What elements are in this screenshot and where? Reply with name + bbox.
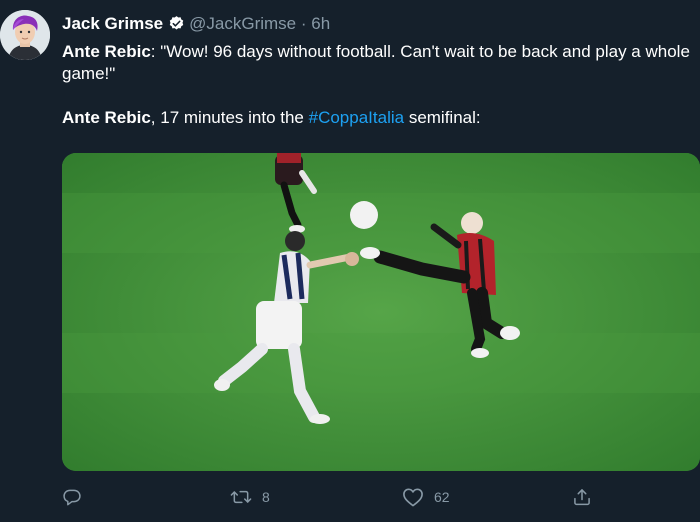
retweet-icon xyxy=(230,487,252,507)
caption-subject: Ante Rebic xyxy=(62,108,151,127)
tweet-text-line-caption: Ante Rebic, 17 minutes into the #CoppaIt… xyxy=(62,107,694,129)
avatar[interactable] xyxy=(0,10,50,60)
like-button[interactable]: 62 xyxy=(402,482,450,512)
tweet-text: Ante Rebic: "Wow! 96 days without footba… xyxy=(62,41,694,129)
avatar-image xyxy=(0,10,50,60)
retweet-button[interactable]: 8 xyxy=(230,482,270,512)
author-name[interactable]: Jack Grimse xyxy=(62,14,163,33)
retweet-count: 8 xyxy=(262,489,270,505)
reply-icon xyxy=(62,487,82,507)
tweet-header: Jack Grimse @JackGrimse · 6h xyxy=(62,13,330,38)
tweet-actions: 8 62 xyxy=(62,482,700,512)
verified-badge-icon xyxy=(168,15,185,38)
like-icon xyxy=(402,487,424,507)
media-image[interactable] xyxy=(62,153,700,471)
quote-speaker: Ante Rebic xyxy=(62,42,151,61)
caption-end: semifinal: xyxy=(404,108,481,127)
caption-text: , 17 minutes into the xyxy=(150,108,309,127)
tweet-text-line-quote: Ante Rebic: "Wow! 96 days without footba… xyxy=(62,41,694,85)
author-handle[interactable]: @JackGrimse xyxy=(189,14,296,33)
share-button[interactable] xyxy=(572,482,592,512)
hashtag-link[interactable]: #CoppaItalia xyxy=(309,108,404,127)
share-icon xyxy=(572,487,592,507)
tweet-timestamp[interactable]: 6h xyxy=(311,14,330,33)
football-scene xyxy=(62,153,700,471)
like-count: 62 xyxy=(434,489,450,505)
football xyxy=(350,201,378,229)
header-separator: · xyxy=(300,14,307,33)
tweet[interactable]: Jack Grimse @JackGrimse · 6h Ante Rebic: … xyxy=(0,0,700,522)
reply-button[interactable] xyxy=(62,482,92,512)
quote-text: : "Wow! 96 days without football. Can't … xyxy=(62,42,690,83)
